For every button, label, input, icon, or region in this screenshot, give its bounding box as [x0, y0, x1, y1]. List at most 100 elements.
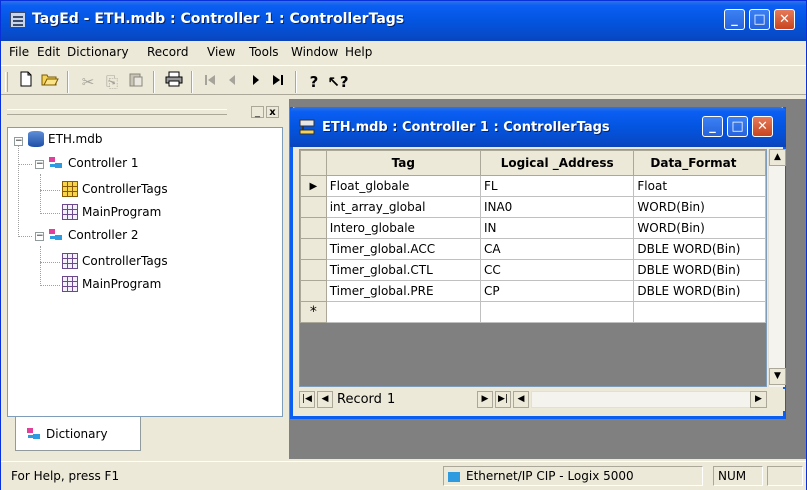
- first-record-button[interactable]: |◀: [299, 391, 315, 408]
- menu-bar: File Edit Dictionary Record View Tools W…: [1, 41, 806, 63]
- cell-format[interactable]: WORD(Bin): [633, 217, 766, 239]
- cell-tag[interactable]: Timer_global.ACC: [325, 238, 481, 260]
- last-record-button[interactable]: ▶|: [495, 391, 511, 408]
- column-header-logical-address[interactable]: Logical _Address: [479, 150, 635, 176]
- menu-record[interactable]: Record: [147, 45, 188, 59]
- scroll-down-icon[interactable]: ▼: [769, 368, 786, 385]
- menu-edit[interactable]: Edit: [37, 45, 60, 59]
- new-record-row[interactable]: *: [300, 301, 766, 323]
- table-row[interactable]: Timer_global.CTL CC DBLE WORD(Bin): [300, 259, 766, 281]
- child-minimize-button[interactable]: _: [702, 116, 723, 137]
- pane-minimize-button[interactable]: _: [251, 106, 264, 118]
- tree-node-controller-tags-1[interactable]: ControllerTags: [62, 180, 168, 198]
- close-button[interactable]: ✕: [774, 9, 795, 30]
- table-row[interactable]: Intero_globale IN WORD(Bin): [300, 217, 766, 239]
- scroll-right-icon[interactable]: ▶: [750, 391, 767, 408]
- next-record-button[interactable]: ▶: [477, 391, 493, 408]
- tree-label: MainProgram: [82, 277, 162, 291]
- child-maximize-button[interactable]: □: [727, 116, 748, 137]
- record-navigator: |◀ ◀ Record 1 ▶ ▶| ◀ ▶: [299, 389, 785, 411]
- pane-grip[interactable]: [7, 109, 227, 115]
- tree-node-main-program-1[interactable]: MainProgram: [62, 203, 161, 221]
- cell-format-new[interactable]: [633, 301, 766, 323]
- cell-format[interactable]: Float: [633, 175, 766, 197]
- tree-label: ControllerTags: [82, 182, 168, 196]
- copy-icon[interactable]: ⎘: [101, 71, 123, 93]
- next-record-icon[interactable]: [245, 71, 267, 93]
- cell-address[interactable]: IN: [479, 217, 635, 239]
- horizontal-scrollbar[interactable]: ▶: [531, 391, 767, 408]
- tree-node-controller-2[interactable]: Controller 2: [48, 226, 138, 244]
- cell-address-new[interactable]: [479, 301, 635, 323]
- app-icon[interactable]: [10, 12, 26, 28]
- tree-node-main-program-2[interactable]: MainProgram: [62, 275, 161, 293]
- row-selector[interactable]: [300, 217, 327, 239]
- pane-close-button[interactable]: x: [266, 106, 279, 118]
- help-icon[interactable]: ?: [303, 71, 325, 93]
- table-row[interactable]: ▶ Float_globale FL Float: [300, 175, 766, 197]
- table-row[interactable]: Timer_global.ACC CA DBLE WORD(Bin): [300, 238, 766, 260]
- row-selector[interactable]: [300, 196, 327, 218]
- cut-icon[interactable]: ✂: [77, 71, 99, 93]
- last-record-icon[interactable]: [267, 71, 289, 93]
- cell-format[interactable]: DBLE WORD(Bin): [633, 280, 766, 302]
- cell-tag[interactable]: int_array_global: [325, 196, 481, 218]
- new-record-button[interactable]: ◀: [513, 391, 529, 408]
- prev-record-icon[interactable]: [221, 71, 243, 93]
- tab-dictionary[interactable]: Dictionary: [15, 417, 141, 451]
- cell-address[interactable]: CC: [479, 259, 635, 281]
- prev-record-button[interactable]: ◀: [317, 391, 333, 408]
- cell-tag[interactable]: Timer_global.PRE: [325, 280, 481, 302]
- tree-expander-controller-1[interactable]: −: [35, 160, 44, 169]
- column-header-data-format[interactable]: Data_Format: [633, 150, 766, 176]
- maximize-button[interactable]: □: [749, 9, 770, 30]
- child-close-button[interactable]: ✕: [752, 116, 773, 137]
- menu-view[interactable]: View: [207, 45, 235, 59]
- cell-format[interactable]: DBLE WORD(Bin): [633, 259, 766, 281]
- menu-help[interactable]: Help: [345, 45, 372, 59]
- row-selector[interactable]: [300, 259, 327, 281]
- new-icon[interactable]: [15, 71, 37, 93]
- tree-node-controller-1[interactable]: Controller 1: [48, 154, 138, 172]
- open-icon[interactable]: [39, 71, 61, 93]
- table-row[interactable]: int_array_global INA0 WORD(Bin): [300, 196, 766, 218]
- row-selector[interactable]: [300, 280, 327, 302]
- cell-format[interactable]: WORD(Bin): [633, 196, 766, 218]
- cell-address[interactable]: FL: [479, 175, 635, 197]
- dictionary-tree: − ETH.mdb − Controller 1 ControllerTags …: [7, 127, 283, 417]
- tree-expander-controller-2[interactable]: −: [35, 232, 44, 241]
- cell-tag[interactable]: Intero_globale: [325, 217, 481, 239]
- menu-window[interactable]: Window: [291, 45, 338, 59]
- tree-node-controller-tags-2[interactable]: ControllerTags: [62, 252, 168, 270]
- menu-dictionary[interactable]: Dictionary: [67, 45, 129, 59]
- scroll-up-icon[interactable]: ▲: [769, 149, 786, 166]
- cell-address[interactable]: CA: [479, 238, 635, 260]
- record-number-input[interactable]: 1: [387, 392, 467, 407]
- new-row-marker[interactable]: *: [300, 301, 327, 323]
- tree-node-database[interactable]: ETH.mdb: [28, 130, 102, 148]
- column-header-tag[interactable]: Tag: [325, 150, 481, 176]
- menu-file[interactable]: File: [9, 45, 29, 59]
- first-record-icon[interactable]: [199, 71, 221, 93]
- minimize-button[interactable]: _: [724, 9, 745, 30]
- row-selector[interactable]: [300, 238, 327, 260]
- tree-expander-root[interactable]: −: [14, 137, 23, 146]
- current-row-marker[interactable]: ▶: [300, 175, 327, 197]
- vertical-scrollbar[interactable]: ▲ ▼: [768, 149, 786, 387]
- cell-tag[interactable]: Timer_global.CTL: [325, 259, 481, 281]
- menu-tools[interactable]: Tools: [249, 45, 279, 59]
- child-window-icon[interactable]: [299, 119, 315, 135]
- tree-label: ControllerTags: [82, 254, 168, 268]
- context-help-icon[interactable]: ↖?: [327, 71, 349, 93]
- cell-tag-new[interactable]: [325, 301, 481, 323]
- cell-tag[interactable]: Float_globale: [325, 175, 481, 197]
- toolbar-grip[interactable]: [5, 72, 8, 92]
- paste-icon[interactable]: [125, 71, 147, 93]
- cell-address[interactable]: INA0: [479, 196, 635, 218]
- tags-grid: Tag Logical _Address Data_Format ▶ Float…: [299, 149, 767, 387]
- print-icon[interactable]: [163, 71, 185, 93]
- cell-format[interactable]: DBLE WORD(Bin): [633, 238, 766, 260]
- tree-label: ETH.mdb: [48, 132, 103, 146]
- table-row[interactable]: Timer_global.PRE CP DBLE WORD(Bin): [300, 280, 766, 302]
- cell-address[interactable]: CP: [479, 280, 635, 302]
